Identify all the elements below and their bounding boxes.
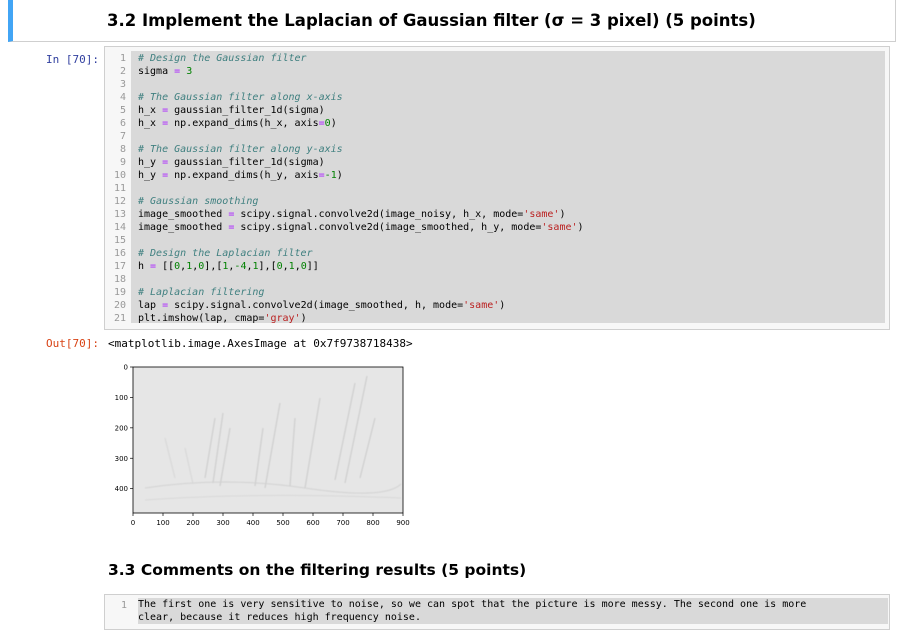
section-heading: 3.2 Implement the Laplacian of Gaussian …: [107, 11, 756, 30]
x-tick-label: 900: [396, 519, 409, 527]
code-line: image_smoothed = scipy.signal.convolve2d…: [138, 222, 584, 233]
x-tick-label: 100: [156, 519, 169, 527]
code-line: h = [[0,1,0],[1,-4,1],[0,1,0]]: [138, 261, 319, 272]
y-tick-label: 0: [124, 364, 128, 372]
y-tick-label: 200: [115, 424, 128, 432]
line-number: 1: [120, 600, 127, 611]
x-tick-label: 400: [246, 519, 259, 527]
code-text[interactable]: # Design the Gaussian filter sigma = 3 # …: [138, 52, 584, 325]
line-number: 5: [119, 105, 126, 116]
x-tick-label: 700: [336, 519, 349, 527]
line-number: 10: [113, 170, 126, 181]
code-line: # The Gaussian filter along x-axis: [138, 92, 343, 103]
line-number: 7: [119, 131, 126, 142]
line-number: 13: [113, 209, 126, 220]
comment-line-2: clear, because it reduces high frequency…: [138, 612, 421, 623]
comment-text[interactable]: The first one is very sensitive to noise…: [138, 598, 888, 624]
y-tick-label: 100: [115, 394, 128, 402]
laplacian-image: [132, 366, 404, 514]
y-tick-label: 400: [115, 485, 128, 493]
x-tick-label: 500: [276, 519, 289, 527]
line-number: 6: [119, 118, 126, 129]
in-prompt: In [70]:: [46, 53, 99, 66]
line-number: 9: [119, 157, 126, 168]
line-number: 17: [113, 261, 126, 272]
line-number: 20: [113, 300, 126, 311]
line-number: 16: [113, 248, 126, 259]
line-number: 4: [119, 92, 126, 103]
x-tick-label: 600: [306, 519, 319, 527]
image-plot: 0 100 200 300 400 0 100 200 300 400 500 600 700 800 9…: [115, 364, 410, 528]
code-line: plt.imshow(lap, cmap='gray'): [138, 313, 307, 324]
code-line: sigma = 3: [138, 66, 193, 77]
code-cell[interactable]: 1 2 3 4 5 6 7 8 9 10 11 12 13 14 15 16 17 18 19 20 21 # Desi…: [104, 46, 890, 330]
line-number: 12: [113, 196, 126, 207]
x-tick-label: 0: [131, 519, 135, 527]
out-prompt: Out[70]:: [46, 337, 99, 350]
line-number: 2: [119, 66, 126, 77]
line-number: 14: [113, 222, 126, 233]
code-line: h_y = np.expand_dims(h_y, axis=-1): [138, 170, 343, 181]
markdown-cell-selected[interactable]: 3.2 Implement the Laplacian of Gaussian …: [8, 0, 896, 42]
y-tick-label: 300: [115, 455, 128, 463]
x-tick-label: 300: [216, 519, 229, 527]
line-number: 21: [113, 313, 126, 324]
code-line: h_y = gaussian_filter_1d(sigma): [138, 157, 325, 168]
code-line: h_x = gaussian_filter_1d(sigma): [138, 105, 325, 116]
line-number: 1: [119, 53, 126, 64]
code-line: # Laplacian filtering: [138, 287, 265, 298]
comment-line-1: The first one is very sensitive to noise…: [138, 599, 807, 610]
code-line: lap = scipy.signal.convolve2d(image_smoo…: [138, 300, 506, 311]
line-number: 18: [113, 274, 126, 285]
x-tick-label: 800: [366, 519, 379, 527]
code-line: # Gaussian smoothing: [138, 196, 259, 207]
code-line: # Design the Gaussian filter: [138, 53, 307, 64]
line-number: 8: [119, 144, 126, 155]
code-line: h_x = np.expand_dims(h_x, axis=0): [138, 118, 337, 129]
code-line: image_smoothed = scipy.signal.convolve2d…: [138, 209, 566, 220]
code-line: # Design the Laplacian filter: [138, 248, 313, 259]
code-line: # The Gaussian filter along y-axis: [138, 144, 343, 155]
comments-heading: 3.3 Comments on the filtering results (5…: [108, 561, 527, 579]
line-number: 19: [113, 287, 126, 298]
x-axis-ticks: 0 100 200 300 400 500 600 700 800 900: [131, 513, 410, 527]
y-axis-ticks: 0 100 200 300 400: [115, 364, 133, 493]
output-text: <matplotlib.image.AxesImage at 0x7f97387…: [108, 337, 413, 350]
line-number: 15: [113, 235, 126, 246]
line-number: 11: [113, 183, 126, 194]
x-tick-label: 200: [186, 519, 199, 527]
markdown-edit-cell[interactable]: 1 The first one is very sensitive to noi…: [104, 594, 890, 630]
line-numbers: 1 2 3 4 5 6 7 8 9 10 11 12 13 14 15 16 17 18 19 20 21: [105, 52, 126, 325]
line-number: 3: [119, 79, 126, 90]
